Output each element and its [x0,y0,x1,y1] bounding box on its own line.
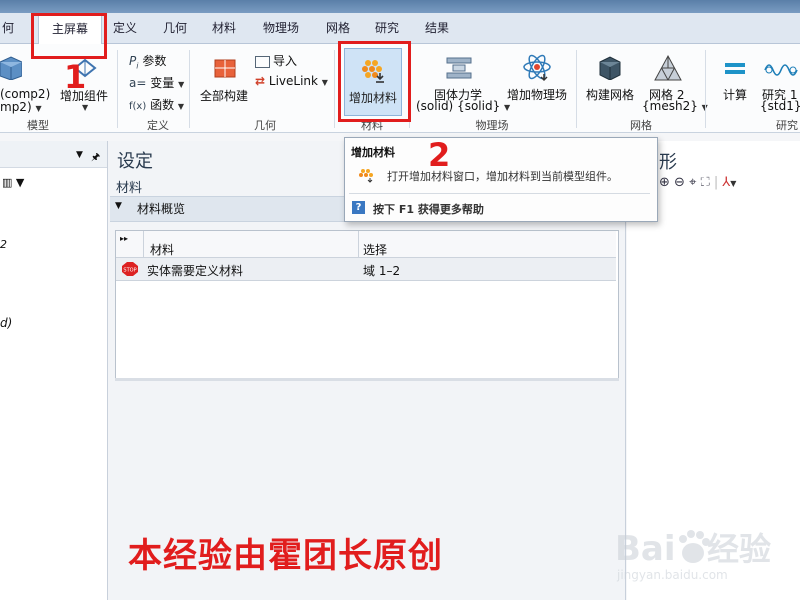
zoom-out-icon[interactable]: ⊖ [674,175,685,190]
zoom-box-icon[interactable]: ⌖ [689,175,696,190]
column-header-material[interactable]: 材料 [150,241,174,258]
tooltip-title: 增加材料 [351,146,395,159]
svg-text:经验: 经验 [707,530,771,568]
annotation-number-1: 1 [64,58,87,96]
section-title: 材料概览 [137,202,186,216]
graphics-title: 形 [659,152,677,173]
watermark-text: 本经验由霍团长原创 [128,536,443,576]
tooltip-description: 打开增加材料窗口，增加材料到当前模型组件。 [387,170,618,183]
tab-materials[interactable]: 材料 [203,13,245,43]
tooltip-help-text: 按下 F1 获得更多帮助 [373,203,484,216]
svg-text:STOP: STOP [123,268,136,274]
solid-mechanics-icon [445,56,473,83]
variable-button[interactable]: a= 变量 ▼ [129,74,184,91]
mesh-triangle-icon [653,54,683,85]
pin-icon[interactable]: 🖈 [91,150,100,167]
livelink-button[interactable]: ⇄ LiveLink ▼ [255,74,328,88]
param-button[interactable]: Pi 参数 [129,52,166,70]
annotation-box-2 [338,41,411,122]
annotation-number-2: 2 [428,136,451,174]
group-separator [576,50,577,128]
dropdown-arrow-icon: ▼ [35,104,42,113]
group-label-geometry: 几何 [254,119,276,132]
window-title-strip [0,0,800,13]
tab-geometry[interactable]: 几何 [152,13,198,43]
tree-item-fragment[interactable]: 2 [0,238,7,251]
build-mesh-icon [599,56,621,83]
build-all-icon [214,56,236,81]
group-separator [705,50,706,128]
tooltip-material-icon [359,168,373,187]
tab-study[interactable]: 研究 [366,13,408,43]
solid-mechanics-tag[interactable]: (solid) {solid} ▼ [416,99,510,113]
collapse-arrow-icon[interactable]: ▼ [115,201,122,211]
group-separator [117,50,118,128]
expand-columns-icon[interactable]: ▸▸ [120,234,128,243]
zoom-toolbar[interactable]: ⊕ ⊖ ⌖ ⛶ | ⅄▼ [659,175,736,190]
component-label-2[interactable]: mp2) ▼ [0,100,42,114]
tree-toolbar-icon[interactable]: ▥ ▼ [2,176,24,189]
group-label-study: 研究 [776,119,798,132]
chevron-down-icon: ▼ [82,103,89,112]
table-cell-selection: 域 1–2 [363,264,401,278]
import-icon [255,55,270,68]
svg-text:Bai: Bai [615,529,676,569]
panel-menu-icon[interactable]: ▼ [76,150,83,160]
model-builder-panel [0,141,108,600]
settings-subtitle: 材料 [116,181,143,196]
zoom-in-icon[interactable]: ⊕ [659,175,670,190]
group-label-mesh: 网格 [630,119,652,132]
zoom-extents-icon[interactable]: ⛶ [701,175,710,190]
column-header-selection[interactable]: 选择 [363,241,387,258]
group-label-model: 模型 [27,119,49,132]
baidu-jingyan-logo: Bai 经验 jingyan.baidu.com [615,515,795,585]
livelink-icon: ⇄ [255,74,266,88]
tooltip-divider [349,193,650,194]
build-all-button[interactable]: 全部构建 [200,87,248,104]
build-mesh-button[interactable]: 构建网格 [586,86,634,103]
annotation-box-1 [31,13,107,59]
tree-item-fragment-2[interactable]: d) [0,316,12,330]
group-separator [334,50,335,128]
study-icon [763,58,799,81]
import-button[interactable]: 导入 [255,52,297,69]
component-label[interactable]: (comp2) [0,87,50,101]
tab-definitions[interactable]: 定义 [104,13,146,43]
group-separator [189,50,190,128]
stop-icon: STOP [122,262,138,279]
baidu-url: jingyan.baidu.com [616,568,728,582]
compute-button[interactable]: 计算 [723,86,747,103]
tab-physics[interactable]: 物理场 [253,13,309,43]
help-icon: ? [352,201,365,214]
mesh2-tag[interactable]: {mesh2} ▼ [642,99,708,113]
group-label-definitions: 定义 [147,119,169,132]
add-physics-button[interactable]: 增加物理场 [507,86,567,103]
function-button[interactable]: f(x) 函数 ▼ [129,96,184,113]
study1-tag[interactable]: {std1} ▼ [760,99,800,113]
table-resize-bar[interactable] [115,378,619,381]
tab-mesh[interactable]: 网格 [317,13,359,43]
atom-icon [522,52,552,85]
component-cube-icon [0,56,23,83]
compute-icon [725,62,745,79]
tab-results[interactable]: 结果 [416,13,458,43]
group-label-physics: 物理场 [475,119,509,132]
table-cell-material: 实体需要定义材料 [147,264,244,278]
tab-partial[interactable]: 何 [0,13,16,43]
settings-title: 设定 [117,151,153,172]
